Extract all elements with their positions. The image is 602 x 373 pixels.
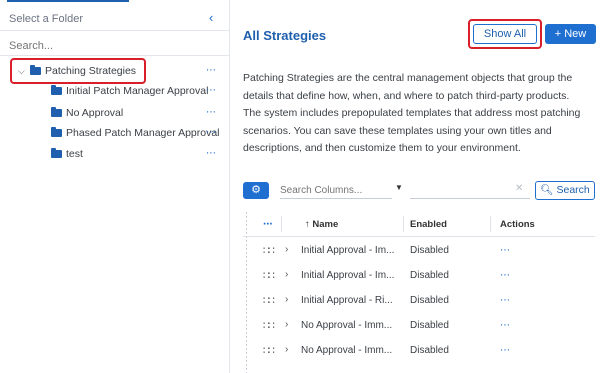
tree-item-initial-patch-manager-approval[interactable]: Initial Patch Manager Approval bbox=[51, 82, 208, 100]
chevron-right-icon[interactable]: › bbox=[285, 344, 288, 355]
search-button-label: Search bbox=[556, 184, 590, 196]
tree-item-no-approval[interactable]: No Approval bbox=[51, 104, 123, 122]
tree-item-phased-patch-manager-approval[interactable]: Phased Patch Manager Approval bbox=[51, 124, 220, 142]
folder-panel: Select a Folder ‹ ⌵ Patching Strategies … bbox=[0, 0, 230, 373]
row-enabled: Disabled bbox=[410, 295, 449, 306]
column-header-name[interactable]: ↑ Name bbox=[305, 219, 338, 230]
folder-icon bbox=[51, 85, 62, 95]
gear-icon: ⚙ bbox=[251, 184, 261, 196]
search-text-input[interactable] bbox=[410, 182, 530, 199]
more-options-icon[interactable]: ⋯ bbox=[206, 107, 216, 118]
row-enabled: Disabled bbox=[410, 245, 449, 256]
row-name: Initial Approval - Im... bbox=[301, 245, 395, 256]
close-icon[interactable]: ✕ bbox=[515, 183, 523, 194]
search-icon: 🔍︎ bbox=[540, 184, 554, 196]
column-header-actions: Actions bbox=[500, 219, 535, 230]
new-button[interactable]: + New bbox=[545, 24, 596, 44]
table-header: ⋯ ↑ Name Enabled Actions bbox=[243, 212, 595, 237]
tree-item-label: No Approval bbox=[66, 107, 124, 119]
row-actions-icon[interactable]: ⋯ bbox=[500, 245, 510, 256]
tree-item-label: Initial Patch Manager Approval bbox=[66, 85, 209, 97]
drag-handle-icon[interactable]: ∷∷ bbox=[263, 294, 275, 307]
active-tab-underline bbox=[7, 0, 129, 2]
description-text: Patching Strategies are the central mana… bbox=[243, 72, 581, 154]
column-divider bbox=[490, 216, 491, 232]
table-row[interactable]: ∷∷ › Initial Approval - Im... Disabled ⋯ bbox=[243, 263, 595, 288]
more-options-icon[interactable]: ⋯ bbox=[206, 127, 216, 138]
folder-select-label: Select a Folder bbox=[9, 13, 83, 25]
row-name: No Approval - Imm... bbox=[301, 345, 393, 356]
chevron-down-icon[interactable]: ▼ bbox=[395, 183, 403, 192]
tree-item-label: Patching Strategies bbox=[45, 65, 137, 77]
page-title: All Strategies bbox=[243, 28, 327, 43]
folder-icon bbox=[30, 65, 41, 75]
chevron-right-icon[interactable]: › bbox=[285, 319, 288, 330]
chevron-down-icon[interactable]: ⌵ bbox=[18, 66, 30, 77]
divider bbox=[0, 55, 229, 56]
row-name: Initial Approval - Im... bbox=[301, 270, 395, 281]
column-options-icon[interactable]: ⋯ bbox=[263, 219, 273, 230]
row-actions-icon[interactable]: ⋯ bbox=[500, 320, 510, 331]
settings-button[interactable]: ⚙ bbox=[243, 182, 269, 199]
table-row[interactable]: ∷∷ › Initial Approval - Ri... Disabled ⋯ bbox=[243, 288, 595, 313]
table-row[interactable]: ∷∷ › No Approval - Imm... Disabled ⋯ bbox=[243, 338, 595, 363]
more-options-icon[interactable]: ⋯ bbox=[206, 148, 216, 159]
row-actions-icon[interactable]: ⋯ bbox=[500, 270, 510, 281]
row-enabled: Disabled bbox=[410, 345, 449, 356]
drag-handle-icon[interactable]: ∷∷ bbox=[263, 344, 275, 357]
more-options-icon[interactable]: ⋯ bbox=[206, 85, 216, 96]
folder-icon bbox=[51, 107, 62, 117]
tree-item-label: test bbox=[66, 148, 83, 160]
tree-item-patching-strategies[interactable]: ⌵ Patching Strategies bbox=[18, 62, 136, 80]
column-divider bbox=[403, 216, 404, 232]
folder-search-input[interactable] bbox=[9, 40, 209, 52]
column-header-enabled[interactable]: Enabled bbox=[410, 219, 447, 230]
chevron-right-icon[interactable]: › bbox=[285, 294, 288, 305]
row-actions-icon[interactable]: ⋯ bbox=[500, 295, 510, 306]
tree-item-label: Phased Patch Manager Approval bbox=[66, 127, 220, 139]
drag-handle-icon[interactable]: ∷∷ bbox=[263, 269, 275, 282]
show-all-button[interactable]: Show All bbox=[473, 24, 537, 44]
row-name: No Approval - Imm... bbox=[301, 320, 393, 331]
more-options-icon[interactable]: ⋯ bbox=[206, 65, 216, 76]
column-divider bbox=[281, 216, 282, 232]
row-enabled: Disabled bbox=[410, 270, 449, 281]
collapse-panel-button[interactable]: ‹ bbox=[209, 11, 221, 25]
folder-icon bbox=[51, 148, 62, 158]
table-row[interactable]: ∷∷ › No Approval - Imm... Disabled ⋯ bbox=[243, 313, 595, 338]
divider bbox=[0, 30, 229, 31]
row-actions-icon[interactable]: ⋯ bbox=[500, 345, 510, 356]
chevron-right-icon[interactable]: › bbox=[285, 244, 288, 255]
row-name: Initial Approval - Ri... bbox=[301, 295, 393, 306]
search-button[interactable]: 🔍︎ Search bbox=[535, 181, 595, 200]
drag-handle-icon[interactable]: ∷∷ bbox=[263, 319, 275, 332]
tree-item-test[interactable]: test bbox=[51, 145, 83, 163]
search-columns-input[interactable] bbox=[280, 182, 392, 199]
row-enabled: Disabled bbox=[410, 320, 449, 331]
folder-icon bbox=[51, 127, 62, 137]
table-row[interactable]: ∷∷ › Initial Approval - Im... Disabled ⋯ bbox=[243, 238, 595, 263]
drag-handle-icon[interactable]: ∷∷ bbox=[263, 244, 275, 257]
chevron-right-icon[interactable]: › bbox=[285, 269, 288, 280]
